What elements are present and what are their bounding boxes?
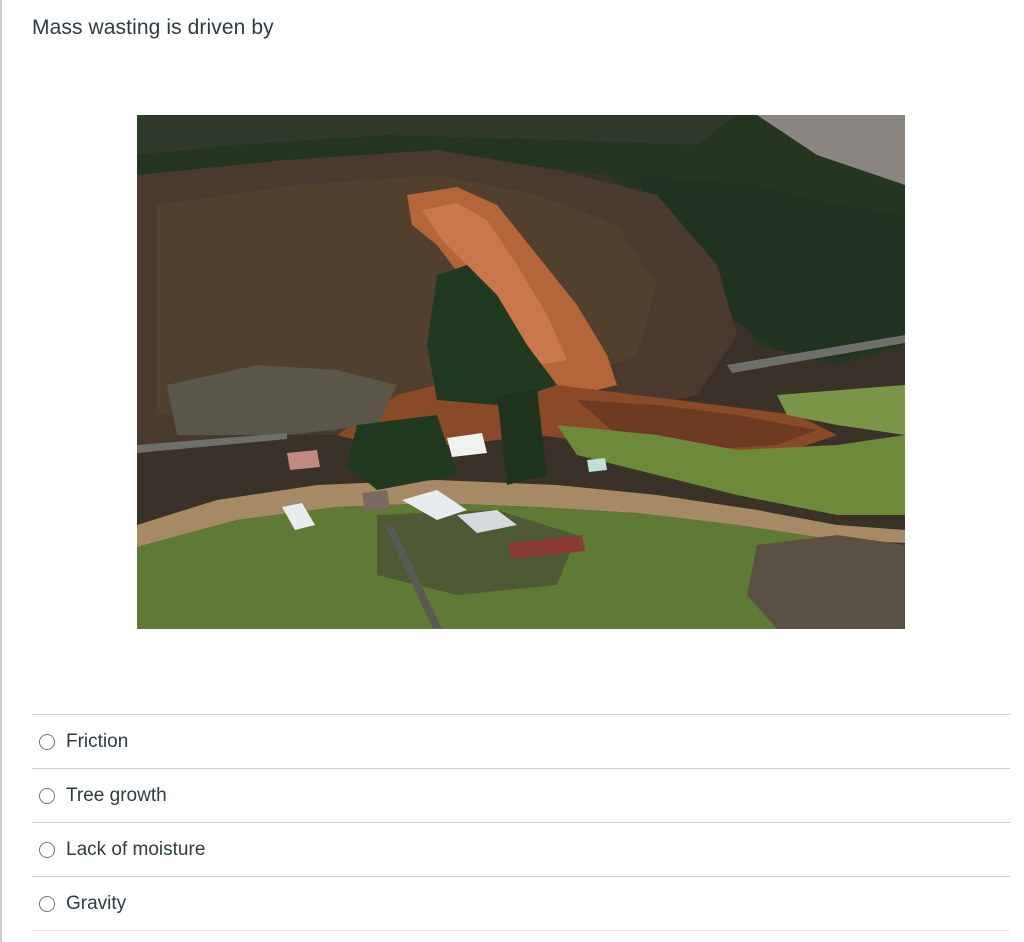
answer-label: Tree growth [66,784,167,806]
answer-list: Friction Tree growth Lack of moisture Gr… [32,714,1010,931]
answer-option-lack-of-moisture[interactable]: Lack of moisture [32,822,1010,876]
answer-label: Lack of moisture [66,838,206,860]
answer-option-friction[interactable]: Friction [32,714,1010,768]
landslide-photo [137,115,905,629]
question-text: Mass wasting is driven by [32,16,274,39]
radio-button[interactable] [39,787,55,804]
answer-option-gravity[interactable]: Gravity [32,876,1010,931]
radio-button[interactable] [39,733,55,750]
answer-label: Gravity [66,892,127,914]
radio-button[interactable] [39,841,55,858]
radio-button[interactable] [39,895,55,912]
answer-label: Friction [66,730,129,752]
quiz-question-panel: Mass wasting is driven by Friction Tree … [0,0,1024,942]
answer-option-tree-growth[interactable]: Tree growth [32,768,1010,822]
